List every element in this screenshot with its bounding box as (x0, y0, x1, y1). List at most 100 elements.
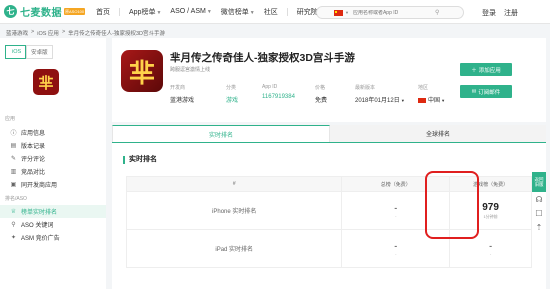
app-icon: 芈 (121, 50, 163, 92)
sidebar-item-version[interactable]: ▤ 版本记录 (0, 139, 106, 152)
customer-service-icon[interactable]: ☊ (533, 193, 545, 205)
sidebar-item-info[interactable]: ⓘ 应用信息 (0, 126, 106, 139)
trophy-icon: ♕ (10, 209, 17, 215)
nav-item-3[interactable]: 微信榜单▼ (221, 7, 255, 17)
app-title: 芈月传之传奇佳人-独家授权3D宫斗手游 (170, 52, 355, 64)
china-flag-icon (418, 97, 426, 103)
search-box[interactable]: ▼ ⚲ (316, 6, 464, 19)
chevron-down-icon[interactable]: ▼ (345, 10, 349, 15)
breadcrumb: 蓝港游戏 > iOS 应用 > 芈月传之传奇佳人-独家授权3D宫斗手游 (6, 29, 168, 37)
sidebar-item-label: 版本记录 (21, 144, 46, 150)
nav-item-label: 研究院 (296, 8, 318, 16)
row-label: iPhone 实时排名 (125, 191, 343, 230)
login-link[interactable]: 登录 (482, 8, 496, 18)
breadcrumb-separator: > (61, 29, 66, 35)
sidebar-item-ad[interactable]: ✦ ASM 竞价广告 (0, 231, 106, 244)
meta-key: 价格 (315, 85, 326, 91)
meta-value-text: 游戏 (226, 98, 239, 104)
highlight-annotation (425, 171, 479, 239)
logo[interactable]: 七 七麦数据 原ASO100 (4, 4, 88, 19)
comment-icon: ✎ (10, 156, 17, 162)
tab-global-rank[interactable]: 全球排名 (330, 125, 546, 142)
sidebar-item-label: ASM 竞价广告 (21, 236, 60, 242)
sidebar-item-compare[interactable]: ▥ 竞品对比 (0, 165, 106, 178)
nav-divider (119, 7, 120, 16)
nav-item-label: App榜单 (129, 8, 156, 16)
version-icon: ▤ (10, 143, 17, 149)
message-icon[interactable]: ☐ (533, 207, 545, 219)
subscribe-email-button[interactable]: ✉ 订阅邮件 (460, 85, 512, 98)
game-rank-value: - (489, 240, 493, 251)
meta-value[interactable]: 游戏 (226, 95, 238, 104)
meta-value: 2018年01月12日 ▼ (355, 95, 405, 104)
info-icon: ⓘ (10, 131, 17, 137)
chevron-down-icon[interactable]: ▼ (400, 98, 405, 103)
chevron-down-icon[interactable]: ▼ (440, 98, 445, 103)
meta-field: 地区中国 ▼ (418, 84, 445, 104)
meta-field: 最新版本 2018年01月12日 ▼ (355, 84, 405, 104)
nav-item-5[interactable]: 研究院 (297, 7, 318, 17)
row-label: iPad 实时排名 (125, 229, 343, 268)
nav-item-label: 微信榜单 (220, 8, 249, 16)
nav-item-1[interactable]: App榜单▼ (129, 7, 161, 17)
plus-icon: ＋ (471, 67, 477, 74)
app-info-card: 芈 芈月传之传奇佳人-独家授权3D宫斗手游 跨服逗宫激情上线 开发商 蓝港游戏 分类… (112, 38, 546, 122)
sidebar-group-app: 应用 (5, 116, 16, 122)
sidebar-item-comment[interactable]: ✎ 评分评论 (0, 152, 106, 165)
column-header-index: # (125, 176, 343, 192)
chevron-down-icon: ▼ (206, 9, 212, 15)
meta-value-text: 1167919384 (262, 94, 295, 100)
platform-android-label: 安卓版 (31, 50, 48, 56)
nav-item-0[interactable]: 首页 (96, 7, 110, 17)
breadcrumb-separator: > (31, 29, 35, 35)
platform-ios-label: iOS (12, 49, 22, 55)
overall-rank-value: - (394, 240, 398, 251)
breadcrumb-item[interactable]: iOS 应用 (37, 29, 59, 37)
ranking-panel: 实时排名 # 总榜（免费） 游戏榜（免费） iPhone 实时排名 - - 97… (112, 143, 546, 289)
breadcrumb-item[interactable]: 芈月传之传奇佳人-独家授权3D宫斗手游 (68, 29, 165, 37)
add-app-button[interactable]: ＋ 添加应用 (460, 63, 512, 76)
meta-value-text: 蓝港游戏 (170, 98, 195, 104)
meta-key: 地区 (418, 85, 429, 91)
search-icon[interactable]: ⚲ (435, 9, 439, 16)
add-app-label: 添加应用 (478, 67, 501, 74)
sidebar-app-icon: 芈 (33, 69, 59, 95)
scroll-top-icon[interactable]: ⇡ (533, 221, 545, 233)
meta-value: 中国 ▼ (418, 95, 445, 104)
main-nav: 首页 App榜单▼ ASO / ASM▼ 微信榜单▼ 社区 研究院 (96, 7, 327, 17)
nav-item-label: 首页 (96, 8, 110, 16)
nav-divider (286, 7, 288, 16)
sidebar-item-label: 评分评论 (21, 157, 46, 163)
chevron-down-icon: ▼ (156, 9, 162, 16)
app-subtitle: 跨服逗宫激情上线 (170, 67, 211, 73)
meta-key: 分类 (226, 85, 237, 91)
meta-field: 价格 免费 (315, 84, 327, 104)
mail-icon: ✉ (471, 88, 477, 95)
logo-badge: 原ASO100 (64, 8, 86, 15)
meta-value: 蓝港游戏 (170, 95, 194, 104)
sidebar: iOS 安卓版 芈 应用 ⓘ 应用信息 ▤ 版本记录 ✎ 评分评论 ▥ 竞品对比 ▣ 同开发商应用… (0, 38, 106, 289)
nav-item-2[interactable]: ASO / ASM▼ (170, 8, 211, 15)
meta-key: 最新版本 (355, 85, 376, 91)
sidebar-item-keyword[interactable]: ⚲ ASO 关键词 (0, 218, 106, 231)
logo-icon: 七 (4, 5, 17, 18)
breadcrumb-item[interactable]: 蓝港游戏 (6, 29, 28, 37)
sidebar-item-label: 竞品对比 (21, 170, 46, 176)
meta-value[interactable]: 1167919384 (262, 94, 295, 100)
sidebar-item-trophy[interactable]: ♕ 榜单实时排名 (0, 205, 106, 218)
tab-realtime-rank[interactable]: 实时排名 (112, 125, 330, 142)
meta-key: App ID (262, 84, 278, 90)
register-link[interactable]: 注册 (504, 8, 518, 18)
platform-ios-button[interactable]: iOS (5, 45, 27, 59)
china-flag-icon[interactable] (334, 9, 343, 16)
platform-android-button[interactable]: 安卓版 (26, 45, 53, 59)
search-input[interactable] (352, 9, 433, 16)
nav-item-4[interactable]: 社区 (264, 7, 278, 17)
back-to-old-version-button[interactable]: 返回 旧版 (532, 172, 546, 192)
meta-value-text: 2018年01月12日 (355, 98, 400, 104)
top-nav-bar: 七 七麦数据 原ASO100 首页 App榜单▼ ASO / ASM▼ 微信榜单▼ 社区… (0, 0, 550, 24)
subscribe-email-label: 订阅邮件 (478, 89, 501, 96)
meta-field: App ID 1167919384 (262, 84, 295, 100)
sidebar-item-developer[interactable]: ▣ 同开发商应用 (0, 178, 106, 191)
meta-value-text: 免费 (315, 98, 328, 104)
